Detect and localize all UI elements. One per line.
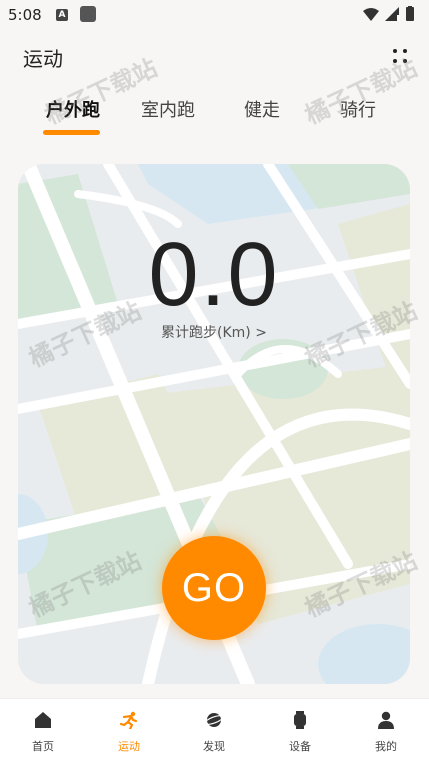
nav-device-label: 设备 [289,740,311,753]
notification-square-icon [80,6,96,22]
battery-icon [406,6,414,21]
watch-icon [294,711,306,729]
notification-a-icon: A [56,9,68,21]
total-distance-value: 0.0 [148,225,280,325]
wifi-icon [363,8,379,21]
user-icon [378,711,394,729]
nav-mine-label: 我的 [375,740,397,753]
status-bar: 5:08 A [0,0,429,30]
status-time: 5:08 [8,6,42,24]
nav-sport-label: 运动 [118,740,140,753]
tab-indoor-run[interactable]: 室内跑 [136,96,200,122]
runner-icon [120,711,138,729]
planet-icon [205,713,223,727]
start-run-button[interactable]: GO [162,536,266,640]
tab-walk[interactable]: 健走 [240,96,284,122]
nav-home-label: 首页 [32,740,54,753]
active-tab-indicator [43,130,100,135]
bottom-nav: 首页 运动 发现 设备 我的 [0,698,429,763]
signal-icon [385,7,400,21]
status-icons [363,6,414,21]
nav-discover-label: 发现 [203,740,225,753]
page-title: 运动 [23,47,63,71]
home-icon [35,712,51,728]
